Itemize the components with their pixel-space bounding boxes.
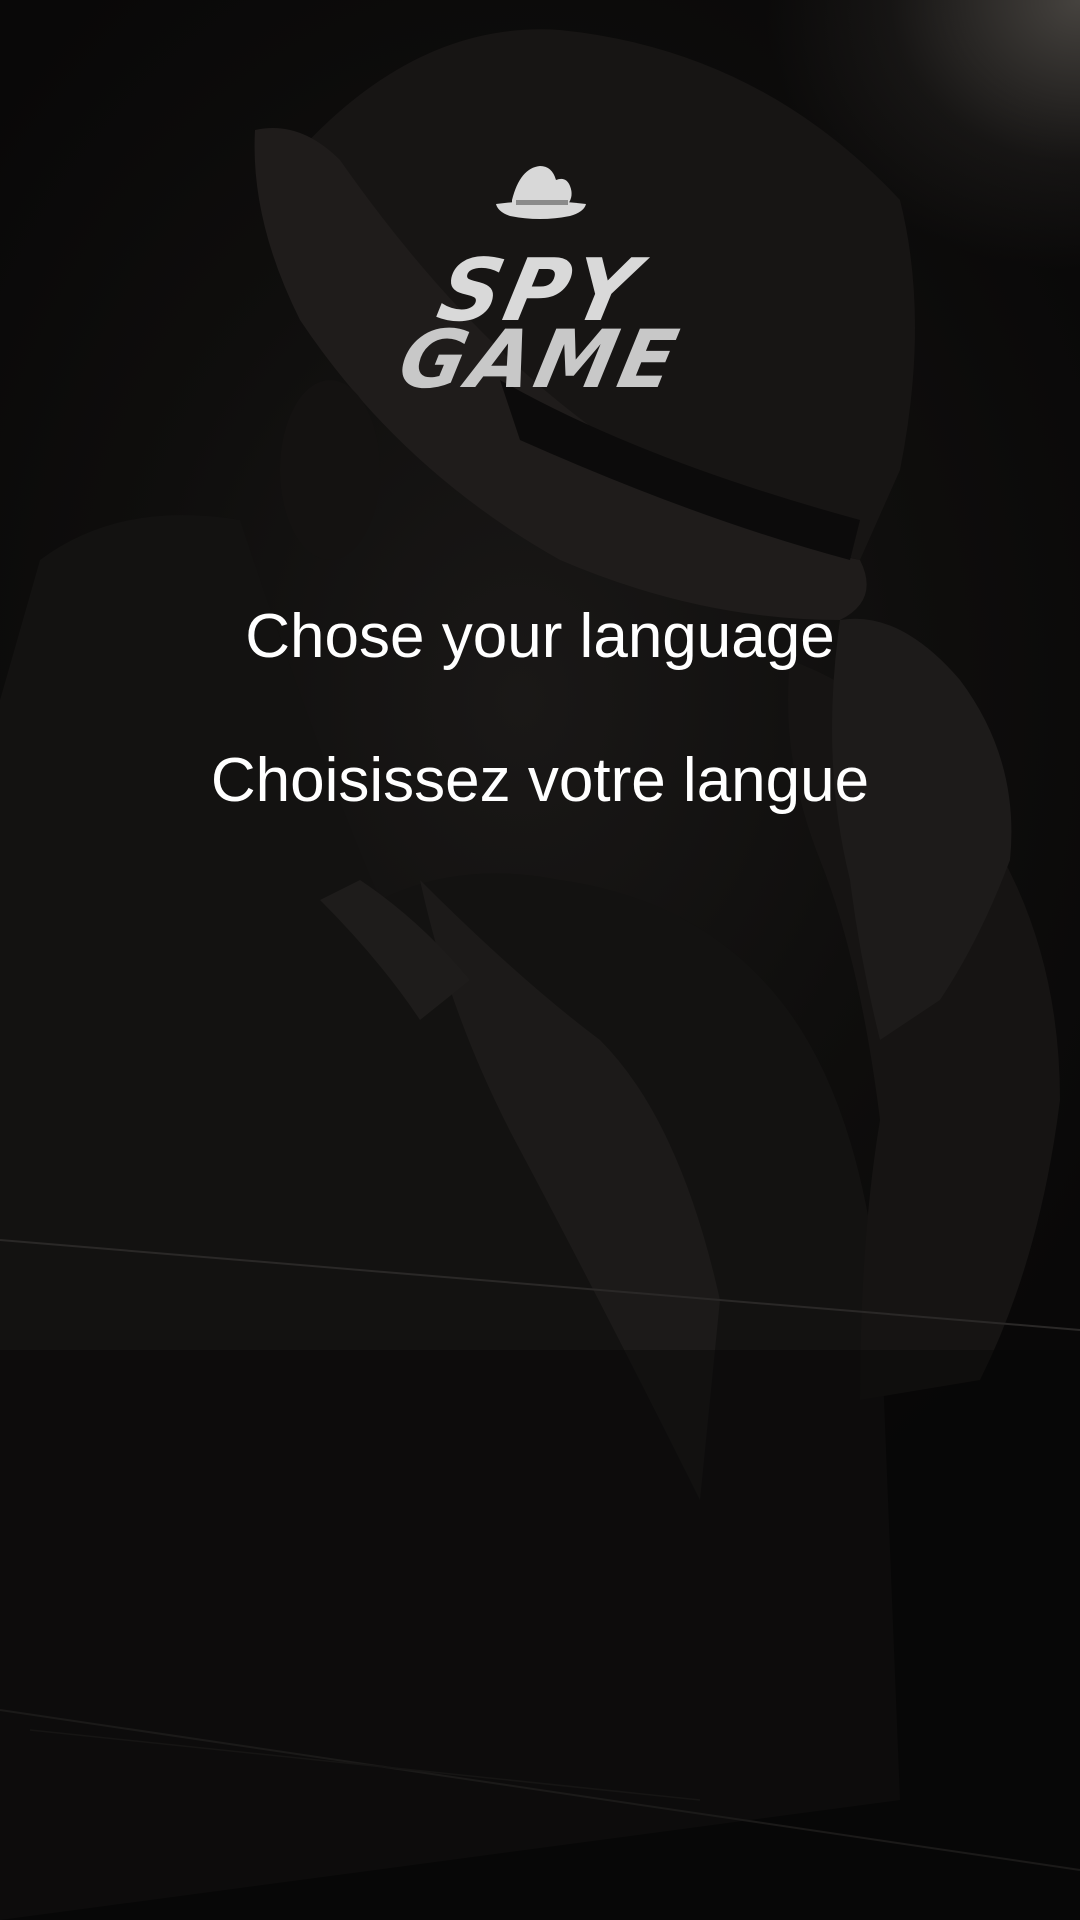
language-option-french[interactable]: Choisissez votre langue xyxy=(0,744,1080,818)
logo-title-line2: GAME xyxy=(391,313,689,406)
language-option-english[interactable]: Chose your language xyxy=(0,600,1080,674)
spy-hat-icon xyxy=(496,166,586,219)
language-screen: SPY GAME Chose your language Choisissez … xyxy=(0,0,1080,1920)
spy-game-logo: SPY GAME xyxy=(380,160,700,406)
